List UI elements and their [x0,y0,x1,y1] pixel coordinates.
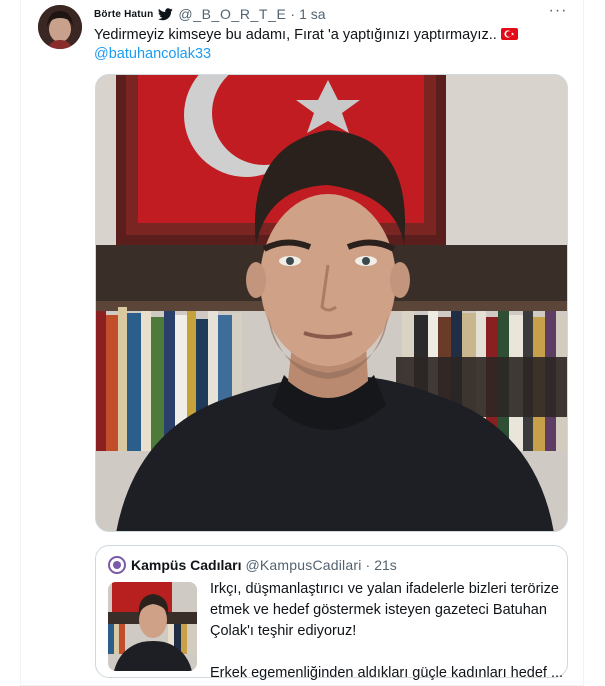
kampus-cadilari-logo-icon [108,556,126,574]
quoted-text-paragraph-1: Irkçı, düşmanlaştırıcı ve yalan ifadeler… [210,581,559,639]
quoted-tweet[interactable]: Kampüs Cadıları @KampusCadilari · 21s Ir… [95,545,568,681]
display-name[interactable]: Börte Hatun [94,9,153,20]
tweet-text-content: Yedirmeyiz kimseye bu adamı, Fırat 'a ya… [94,27,497,43]
separator-dot: · [365,557,371,573]
quoted-tweet-photo [108,582,197,671]
mention-link[interactable]: @batuhancolak33 [94,44,211,64]
separator-dot: · [290,6,296,22]
quoted-user-handle: @KampusCadilari [245,557,362,573]
timeline-divider-left [20,0,21,686]
turkey-flag-icon [500,28,518,40]
quoted-tweet-header: Kampüs Cadıları @KampusCadilari · 21s [108,556,397,574]
tweet-timestamp[interactable]: 1 sa [299,6,325,22]
quoted-tweet-timestamp: 21s [374,557,397,573]
tweet-photo[interactable] [95,74,568,532]
quoted-display-name: Kampüs Cadıları [131,557,242,573]
twitter-bird-icon [158,7,174,21]
timeline-divider-right [583,0,584,686]
portrait-image [96,75,567,531]
quoted-text-paragraph-2: Erkek egemenliğinden aldıkları güçle kad… [210,665,564,681]
tweet-text: Yedirmeyiz kimseye bu adamı, Fırat 'a ya… [94,25,518,45]
user-handle[interactable]: @_B_O_R_T_E [178,6,286,22]
quoted-tweet-text: Irkçı, düşmanlaştırıcı ve yalan ifadeler… [210,579,564,684]
avatar[interactable] [38,5,82,49]
more-options-button[interactable]: ··· [547,3,569,24]
tweet-header: Börte Hatun @_B_O_R_T_E · 1 sa [94,4,326,24]
